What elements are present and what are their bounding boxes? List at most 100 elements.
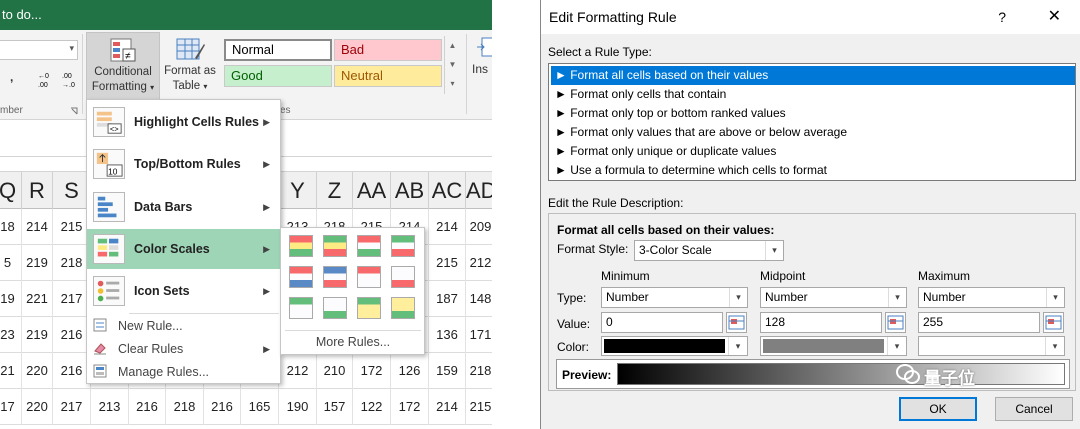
color-scale-option[interactable]: [391, 266, 415, 288]
decimal-buttons-icon[interactable]: ←0 .00 .00 →.0: [36, 70, 80, 90]
help-button[interactable]: ?: [998, 0, 1006, 34]
menu-item-top-bottom-rules[interactable]: 10 Top/Bottom Rules ▶: [87, 144, 280, 184]
cell[interactable]: 215: [466, 389, 492, 425]
column-header[interactable]: R: [22, 172, 53, 210]
menu-item-clear-rules[interactable]: Clear Rules ▶: [87, 338, 280, 360]
color-scale-option[interactable]: [391, 297, 415, 319]
color-scale-option[interactable]: [357, 235, 381, 257]
cell[interactable]: 159: [429, 353, 466, 389]
style-bad[interactable]: Bad: [334, 39, 442, 61]
rule-type-item[interactable]: ► Format only top or bottom ranked value…: [551, 104, 1075, 123]
cell[interactable]: 220: [22, 353, 53, 389]
cell[interactable]: 221: [22, 281, 53, 317]
cell[interactable]: 126: [391, 353, 429, 389]
color-scale-option[interactable]: [357, 266, 381, 288]
maximum-value-input[interactable]: 255: [918, 312, 1040, 333]
scroll-down-icon[interactable]: ▼: [445, 55, 460, 74]
menu-item-data-bars[interactable]: Data Bars ▶: [87, 187, 280, 227]
maximum-type-select[interactable]: Number ▾: [918, 287, 1065, 308]
color-scale-option[interactable]: [323, 297, 347, 319]
column-header[interactable]: AB: [391, 172, 429, 210]
rule-type-item[interactable]: ► Use a formula to determine which cells…: [551, 161, 1075, 180]
cell[interactable]: 213: [91, 389, 129, 425]
minimum-color-picker[interactable]: ▾: [601, 336, 748, 356]
color-scale-option[interactable]: [357, 297, 381, 319]
cell[interactable]: 219: [22, 245, 53, 281]
tell-me-prompt[interactable]: to do...: [2, 7, 42, 22]
menu-item-manage-rules[interactable]: Manage Rules...: [87, 361, 280, 383]
rule-type-item[interactable]: ► Format only values that are above or b…: [551, 123, 1075, 142]
cell[interactable]: 136: [429, 317, 466, 353]
cell[interactable]: 165: [241, 389, 279, 425]
ok-button[interactable]: OK: [899, 397, 977, 421]
cell[interactable]: 122: [353, 389, 391, 425]
color-scale-option[interactable]: [289, 297, 313, 319]
cell[interactable]: 187: [429, 281, 466, 317]
cell[interactable]: 157: [317, 389, 353, 425]
cell[interactable]: 214: [429, 209, 466, 245]
cell[interactable]: 171: [466, 317, 492, 353]
cell[interactable]: 218: [166, 389, 204, 425]
cell[interactable]: 172: [391, 389, 429, 425]
cell[interactable]: 148: [466, 281, 492, 317]
more-rules-link[interactable]: More Rules...: [285, 330, 421, 350]
range-select-icon[interactable]: [885, 312, 906, 333]
minimum-type-select[interactable]: Number ▾: [601, 287, 748, 308]
cell[interactable]: 218: [466, 353, 492, 389]
cell[interactable]: 217: [53, 389, 91, 425]
cell[interactable]: 17: [0, 389, 22, 425]
menu-item-color-scales[interactable]: Color Scales ▶: [87, 229, 280, 269]
conditional-formatting-button[interactable]: ≠ Conditional Formatting ▾: [86, 32, 160, 102]
column-header[interactable]: AC: [429, 172, 466, 210]
rule-type-item[interactable]: ► Format only cells that contain: [551, 85, 1075, 104]
midpoint-type-select[interactable]: Number ▾: [760, 287, 907, 308]
cell[interactable]: 21: [0, 353, 22, 389]
cell[interactable]: 216: [204, 389, 241, 425]
cell[interactable]: 219: [22, 317, 53, 353]
cell[interactable]: 18: [0, 209, 22, 245]
column-header[interactable]: Q: [0, 172, 22, 210]
cell[interactable]: 190: [279, 389, 317, 425]
format-style-select[interactable]: 3-Color Scale ▾: [634, 240, 784, 261]
cancel-button[interactable]: Cancel: [995, 397, 1073, 421]
cell[interactable]: 209: [466, 209, 492, 245]
color-scale-option[interactable]: [323, 266, 347, 288]
cell[interactable]: 214: [22, 209, 53, 245]
menu-item-highlight-cells-rules[interactable]: <> Highlight Cells Rules ▶: [87, 102, 280, 142]
menu-item-icon-sets[interactable]: Icon Sets ▶: [87, 271, 280, 311]
color-scale-option[interactable]: [323, 235, 347, 257]
column-header[interactable]: AA: [353, 172, 391, 210]
cell[interactable]: 214: [429, 389, 466, 425]
color-scale-option[interactable]: [289, 235, 313, 257]
rule-type-item[interactable]: ► Format only unique or duplicate values: [551, 142, 1075, 161]
column-header[interactable]: Y: [279, 172, 317, 210]
color-scale-option[interactable]: [391, 235, 415, 257]
scroll-up-icon[interactable]: ▲: [445, 36, 460, 55]
midpoint-value-input[interactable]: 128: [760, 312, 882, 333]
style-neutral[interactable]: Neutral: [334, 65, 442, 87]
close-icon[interactable]: ✕: [1048, 0, 1061, 34]
color-scale-option[interactable]: [289, 266, 313, 288]
dialog-launcher-icon[interactable]: [70, 107, 78, 115]
column-header[interactable]: Z: [317, 172, 353, 210]
cell[interactable]: 212: [466, 245, 492, 281]
cell[interactable]: 172: [353, 353, 391, 389]
cell[interactable]: 5: [0, 245, 22, 281]
style-good[interactable]: Good: [224, 65, 332, 87]
style-normal[interactable]: Normal: [224, 39, 332, 61]
rule-type-item[interactable]: ► Format all cells based on their values: [551, 66, 1075, 85]
comma-style-button[interactable]: ,: [10, 70, 13, 84]
midpoint-color-picker[interactable]: ▾: [760, 336, 907, 356]
cell[interactable]: 210: [317, 353, 353, 389]
cell[interactable]: 215: [429, 245, 466, 281]
cell[interactable]: 216: [129, 389, 166, 425]
gallery-expand-icon[interactable]: ▾: [445, 74, 460, 93]
range-select-icon[interactable]: [1043, 312, 1064, 333]
format-as-table-button[interactable]: Format as Table ▾: [160, 32, 220, 102]
range-select-icon[interactable]: [726, 312, 747, 333]
insert-button[interactable]: Ins: [472, 34, 492, 104]
number-format-combo[interactable]: ▾: [0, 40, 78, 60]
menu-item-new-rule[interactable]: New Rule...: [87, 315, 280, 337]
styles-gallery-scroll[interactable]: ▲ ▼ ▾: [444, 36, 460, 94]
cell[interactable]: 19: [0, 281, 22, 317]
